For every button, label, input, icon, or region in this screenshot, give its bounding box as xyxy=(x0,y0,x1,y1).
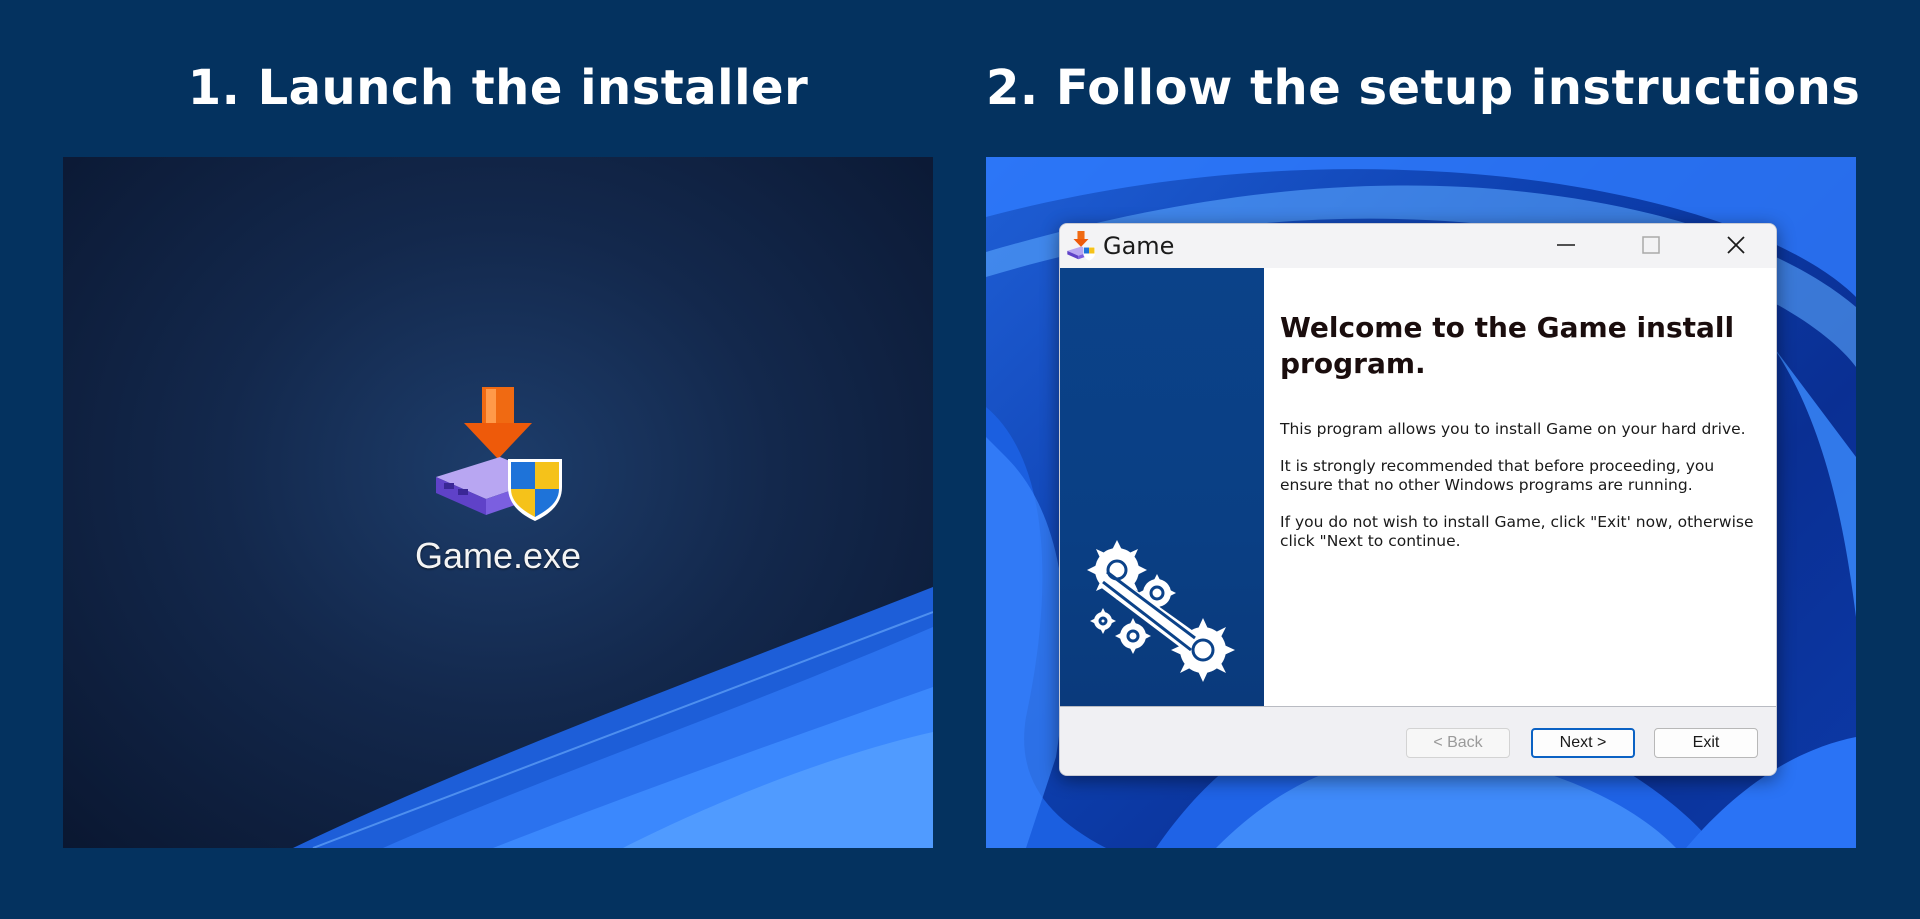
side-banner xyxy=(1060,268,1264,706)
gears-icon xyxy=(1087,540,1235,682)
installer-icon xyxy=(436,387,562,521)
minimize-button[interactable] xyxy=(1536,224,1596,268)
installer-screenshot: Game Welcome to the Game install program… xyxy=(986,157,1856,848)
close-button[interactable] xyxy=(1706,224,1766,268)
step-1-title: 1. Launch the installer xyxy=(187,60,809,116)
desktop-shortcut[interactable]: Game.exe xyxy=(398,387,598,587)
welcome-content: Welcome to the Game install program. Thi… xyxy=(1280,310,1760,569)
window-title: Game xyxy=(1103,232,1175,260)
installer-icon xyxy=(1067,231,1096,261)
welcome-heading: Welcome to the Game install program. xyxy=(1280,311,1735,380)
minimize-icon xyxy=(1557,244,1575,246)
desktop-icon-label: Game.exe xyxy=(414,535,582,576)
warning-paragraph: It is strongly recommended that before p… xyxy=(1280,457,1715,494)
step-2-title: 2. Follow the setup instructions xyxy=(986,60,1861,116)
button-bar: < Back Next > Exit xyxy=(1060,707,1776,775)
instruction-paragraph: If you do not wish to install Game, clic… xyxy=(1280,513,1754,550)
title-bar[interactable]: Game xyxy=(1060,224,1776,268)
next-button[interactable]: Next > xyxy=(1531,728,1635,758)
close-icon xyxy=(1727,236,1745,254)
desktop-screenshot: Game.exe xyxy=(63,157,933,848)
maximize-icon xyxy=(1642,236,1660,254)
intro-paragraph: This program allows you to install Game … xyxy=(1280,420,1746,438)
back-button[interactable]: < Back xyxy=(1406,728,1510,758)
installer-body: Welcome to the Game install program. Thi… xyxy=(1060,268,1776,707)
maximize-button[interactable] xyxy=(1621,224,1681,268)
installer-window: Game Welcome to the Game install program… xyxy=(1059,223,1777,776)
exit-button[interactable]: Exit xyxy=(1654,728,1758,758)
